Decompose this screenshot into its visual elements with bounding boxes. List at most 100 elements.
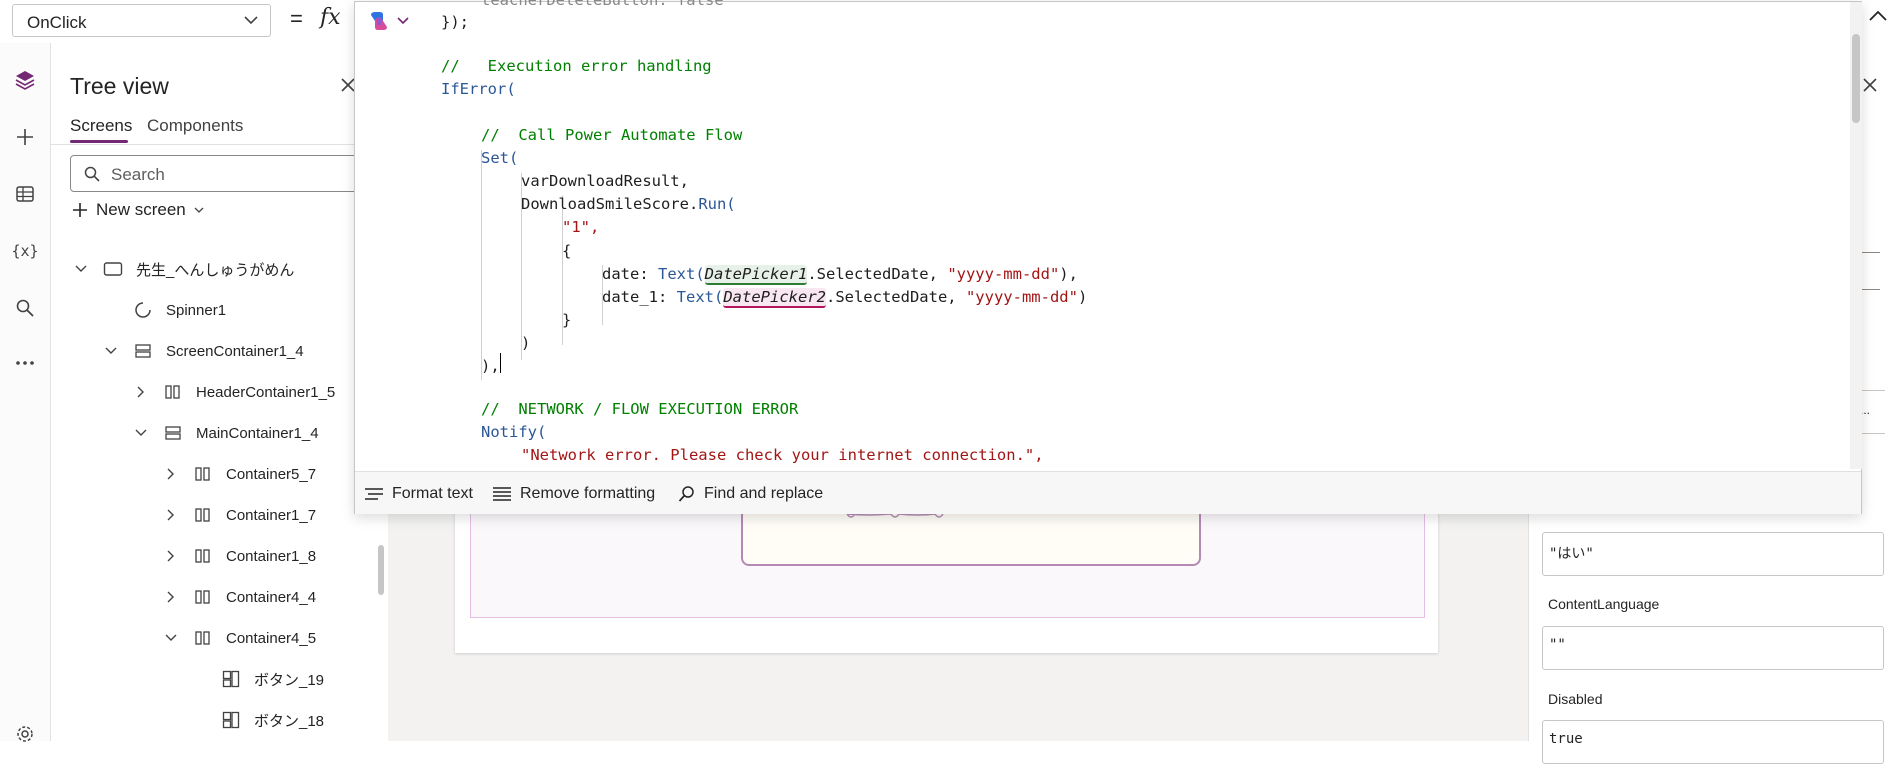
- disabled-input[interactable]: true: [1542, 720, 1884, 764]
- search-icon: [83, 165, 101, 183]
- screen-icon: [102, 261, 124, 277]
- tree-scrollbar[interactable]: [378, 545, 384, 595]
- editor-scrollbar-thumb[interactable]: [1852, 34, 1860, 123]
- search-placeholder: Search: [111, 165, 165, 184]
- chevron-down-icon: [194, 207, 204, 214]
- content-language-label: ContentLanguage: [1548, 596, 1660, 612]
- property-dropdown[interactable]: OnClick: [12, 4, 271, 37]
- tree-item[interactable]: Container5_7: [164, 457, 316, 491]
- code-line: ),: [481, 357, 500, 375]
- chevron-right-icon[interactable]: [164, 591, 178, 603]
- remove-formatting-label: Remove formatting: [520, 485, 656, 502]
- code-line: // NETWORK / FLOW EXECUTION ERROR: [481, 400, 799, 418]
- chevron-down-icon[interactable]: [164, 634, 178, 642]
- content-language-input[interactable]: "": [1542, 626, 1884, 670]
- tab-screens[interactable]: Screens: [70, 116, 132, 136]
- tree-item-label: ボタン_19: [254, 671, 325, 689]
- tree-item[interactable]: ScreenContainer1_4: [104, 334, 304, 368]
- button-icon: [220, 670, 242, 688]
- tree-item-label: 先生_へんしゅうがめん: [136, 261, 295, 279]
- add-icon[interactable]: [10, 122, 40, 152]
- chevron-down-icon[interactable]: [134, 429, 148, 437]
- tree-item-label: Spinner1: [166, 301, 227, 319]
- layers-icon[interactable]: [10, 65, 40, 95]
- horizontal-container-icon: [192, 548, 214, 564]
- tree-item-label: Container4_4: [226, 588, 317, 606]
- settings-icon[interactable]: [10, 719, 40, 749]
- tree-item[interactable]: Container1_8: [164, 539, 316, 573]
- horizontal-container-icon: [192, 507, 214, 523]
- tree-item[interactable]: ボタン_18: [192, 703, 324, 737]
- plus-icon: [72, 202, 88, 218]
- tree-item-label: Container4_5: [226, 629, 317, 647]
- fx-icon: fx: [320, 5, 341, 30]
- tree-item-label: ScreenContainer1_4: [166, 342, 304, 360]
- chevron-right-icon[interactable]: [134, 386, 148, 398]
- code-line: // Call Power Automate Flow: [481, 126, 743, 144]
- tree-item-label: ボタン_18: [254, 712, 325, 730]
- property-dropdown-value: OnClick: [27, 13, 87, 32]
- code-line: ): [521, 334, 531, 352]
- code-line: {: [562, 242, 572, 260]
- search-icon[interactable]: [10, 293, 40, 323]
- chevron-down-icon[interactable]: [74, 265, 88, 273]
- equals-sign: =: [290, 6, 303, 31]
- tree-item-label: Container1_7: [226, 506, 317, 524]
- search-icon: [678, 485, 696, 503]
- format-text-button[interactable]: Format text: [364, 485, 473, 503]
- horizontal-container-icon: [192, 630, 214, 646]
- chevron-right-icon[interactable]: [164, 468, 178, 480]
- close-icon[interactable]: [341, 78, 355, 92]
- remove-formatting-button[interactable]: Remove formatting: [492, 485, 655, 503]
- vertical-container-icon: [132, 343, 154, 359]
- text-caret: [500, 353, 501, 373]
- tree-item[interactable]: Spinner1: [104, 293, 226, 327]
- collapse-formula-button[interactable]: [1868, 9, 1888, 23]
- code-line: Set(: [481, 149, 519, 167]
- code-line: }: [562, 311, 572, 329]
- tree-item[interactable]: MainContainer1_4: [134, 416, 319, 450]
- find-replace-button[interactable]: Find and replace: [678, 485, 823, 503]
- chevron-down-icon: [244, 16, 258, 25]
- tree-item[interactable]: 先生_へんしゅうがめん: [74, 252, 294, 286]
- code-line: });: [441, 13, 469, 31]
- tree-item-label: Container1_8: [226, 547, 317, 565]
- code-area[interactable]: teacherDeleteButton: false }); // Execut…: [441, 0, 1851, 470]
- code-line: "1",: [562, 218, 600, 236]
- tree-item[interactable]: Container4_5: [164, 621, 316, 655]
- find-replace-label: Find and replace: [704, 485, 824, 502]
- code-line: Notify(: [481, 423, 547, 441]
- more-icon[interactable]: [10, 348, 40, 378]
- chevron-right-icon[interactable]: [164, 550, 178, 562]
- canvas-card[interactable]: [741, 508, 1201, 566]
- tree-item[interactable]: Container4_4: [164, 580, 316, 614]
- tab-components[interactable]: Components: [147, 116, 243, 136]
- tree-item-label: HeaderContainer1_5: [196, 383, 336, 401]
- tab-selected-indicator: [70, 140, 128, 143]
- vertical-container-icon: [162, 425, 184, 441]
- chevron-right-icon[interactable]: [164, 509, 178, 521]
- tree-item[interactable]: HeaderContainer1_5: [134, 375, 335, 409]
- format-text-label: Format text: [392, 485, 473, 502]
- variables-icon[interactable]: {x}: [10, 236, 40, 266]
- tree-search-input[interactable]: Search: [70, 155, 370, 192]
- property-value-input[interactable]: "はい": [1542, 532, 1884, 576]
- remove-formatting-icon: [492, 486, 512, 502]
- data-table-icon[interactable]: [10, 179, 40, 209]
- control-reference-datepicker1[interactable]: DatePicker1: [704, 265, 808, 285]
- tree-item[interactable]: ボタン_19: [192, 662, 324, 696]
- close-icon[interactable]: [1863, 78, 1877, 92]
- tree-item-label: Container5_7: [226, 465, 317, 483]
- code-line: IfError(: [441, 80, 516, 98]
- copilot-button[interactable]: [368, 11, 414, 31]
- new-screen-label: New screen: [96, 200, 186, 219]
- tree-item-label: MainContainer1_4: [196, 424, 319, 442]
- disabled-label: Disabled: [1548, 691, 1603, 707]
- control-reference-datepicker2[interactable]: DatePicker2: [723, 288, 826, 308]
- tree-item[interactable]: Container1_7: [164, 498, 316, 532]
- new-screen-button[interactable]: New screen: [72, 200, 204, 220]
- chevron-down-icon[interactable]: [104, 347, 118, 355]
- button-icon: [220, 711, 242, 729]
- format-text-icon: [364, 486, 384, 502]
- code-line: varDownloadResult,: [521, 172, 689, 190]
